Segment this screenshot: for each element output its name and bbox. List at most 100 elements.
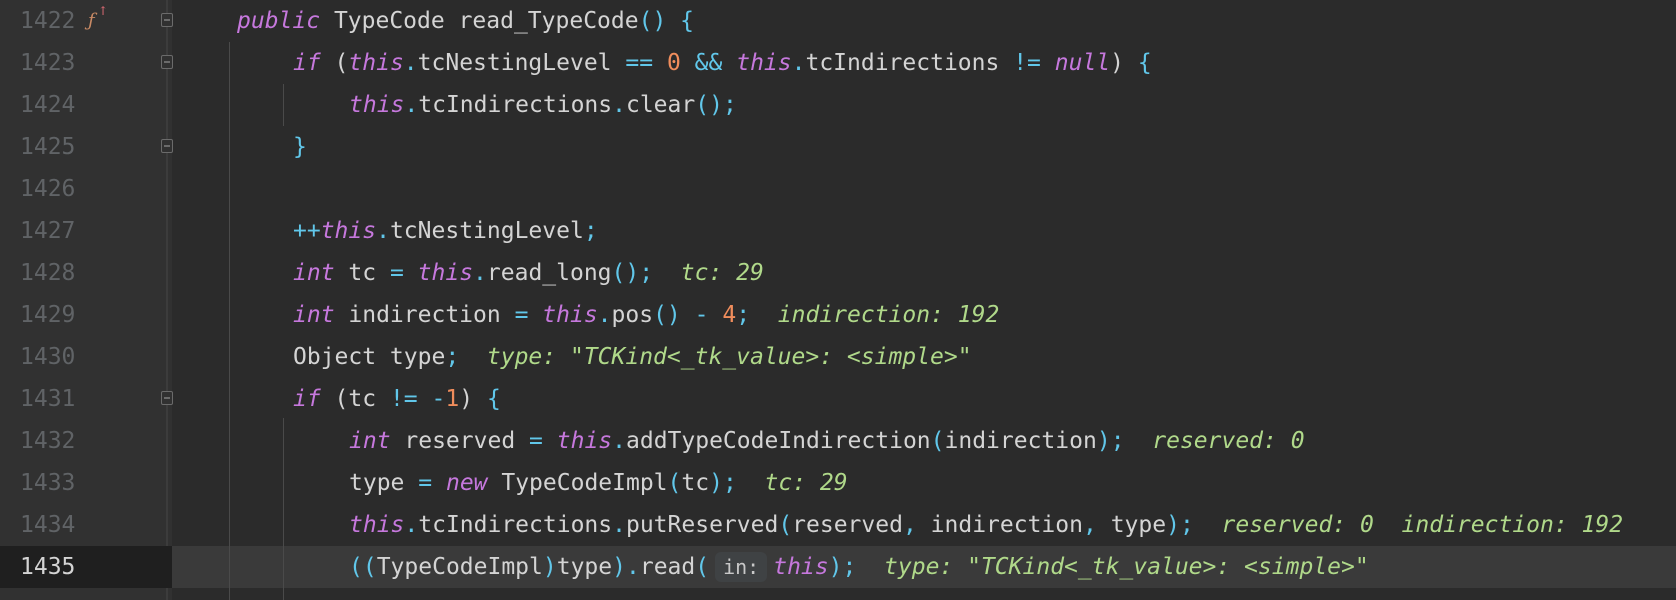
code-token: TypeCodeImpl [376,554,543,580]
punctuation-token: . [597,302,612,328]
punctuation-token: () [638,8,667,34]
indent-guide [283,84,284,126]
line-number[interactable]: 1423 [0,42,172,84]
keyword-token: this [349,512,405,538]
code-content: int reserved = this.addTypeCodeIndirecti… [349,420,1305,462]
line-number[interactable]: 1427 [0,210,172,252]
line-number[interactable]: 1422 [0,0,172,42]
line-number[interactable]: 1429 [0,294,172,336]
punctuation-token: = [418,470,433,496]
code-token: tcIndirections [418,512,613,538]
code-line[interactable]: 1432 int reserved = this.addTypeCodeIndir… [0,420,1676,462]
code-line[interactable]: 1427 ++this.tcNestingLevel; [0,210,1676,252]
punctuation-token: , [1082,512,1097,538]
inline-value-hint: reserved: 0 [1152,428,1305,454]
code-line[interactable]: 1435 ((TypeCodeImpl)type).read(in: this); … [0,546,1676,588]
punctuation-token: ; [736,302,751,328]
method-override-icon[interactable]: ƒ ↑ [88,4,108,31]
code-token: tcNestingLevel [417,50,626,76]
code-token: tcIndirections [418,92,613,118]
punctuation-token: . [403,50,418,76]
up-arrow-icon: ↑ [98,4,109,18]
code-line[interactable]: 1423 if (this.tcNestingLevel == 0 && this… [0,42,1676,84]
code-line[interactable]: 1424 this.tcIndirections.clear(); [0,84,1676,126]
line-number[interactable]: 1428 [0,252,172,294]
keyword-token: this [417,260,474,286]
line-number[interactable]: 1426 [0,168,172,210]
code-text-area[interactable]: if (tc != -1) { [172,378,1676,420]
code-token: putReserved [625,512,779,538]
punctuation-token: != [1013,50,1041,76]
line-number[interactable]: 1430 [0,336,172,378]
code-text-area[interactable]: } [172,126,1676,168]
punctuation-token: - [431,386,446,412]
punctuation-token: { [486,386,501,412]
line-number[interactable]: 1435 [0,546,172,588]
inline-value-hint: type: "TCKind<_tk_value>: <simple>" [486,344,972,370]
line-number[interactable]: 1431 [0,378,172,420]
code-token: reserved [792,512,903,538]
punctuation-token: . [625,554,640,580]
punctuation-token: ) [1096,428,1111,454]
code-text-area[interactable]: int reserved = this.addTypeCodeIndirecti… [172,420,1676,462]
code-line[interactable]: 1429 int indirection = this.pos() - 4; in… [0,294,1676,336]
code-line[interactable]: 1428 int tc = this.read_long(); tc: 29 [0,252,1676,294]
inline-value-hint: tc: 29 [680,260,764,286]
line-number[interactable]: 1434 [0,504,172,546]
punctuation-token: ) [828,554,843,580]
punctuation-token: ( [930,428,945,454]
code-token: clear [625,92,696,118]
code-text-area[interactable]: Object type; type: "TCKind<_tk_value>: <… [172,336,1676,378]
keyword-token: null [1054,50,1111,76]
punctuation-token: == [625,50,654,76]
code-line[interactable]: 1433 type = new TypeCodeImpl(tc); tc: 29 [0,462,1676,504]
punctuation-token: { [1137,50,1152,76]
code-text-area[interactable]: type = new TypeCodeImpl(tc); tc: 29 [172,462,1676,504]
code-text-area[interactable]: this.tcIndirections.clear(); [172,84,1676,126]
keyword-token: this [348,50,404,76]
code-text-area[interactable]: int tc = this.read_long(); tc: 29 [172,252,1676,294]
code-line[interactable]: 1431 if (tc != -1) { [0,378,1676,420]
code-content: int indirection = this.pos() - 4; indire… [293,294,999,336]
code-text-area[interactable]: int indirection = this.pos() - 4; indire… [172,294,1676,336]
punctuation-token: . [791,50,806,76]
code-editor[interactable]: 1422 ƒ ↑ public TypeCode read_TypeCode() {1… [0,0,1676,600]
punctuation-token: ) [1166,512,1180,538]
punctuation-token: , [902,512,917,538]
number-token: 0 [666,50,681,76]
line-number[interactable]: 1424 [0,84,172,126]
line-number[interactable]: 1433 [0,462,172,504]
code-text-area[interactable]: ++this.tcNestingLevel; [172,210,1676,252]
punctuation-token: && [694,50,723,76]
punctuation-token: ) [612,554,626,580]
code-text-area[interactable] [172,168,1676,210]
punctuation-token: () [653,302,681,328]
punctuation-token: ; [1110,428,1125,454]
code-line[interactable]: 1425} [0,126,1676,168]
code-text-area[interactable]: ((TypeCodeImpl)type).read(in: this); type… [172,546,1676,588]
code-content: type = new TypeCodeImpl(tc); tc: 29 [349,462,848,504]
code-text-area[interactable]: public TypeCode read_TypeCode() { [172,0,1676,42]
code-line[interactable]: 1422 ƒ ↑ public TypeCode read_TypeCode() { [0,0,1676,42]
code-text-area[interactable]: if (this.tcNestingLevel == 0 && this.tcI… [172,42,1676,84]
line-number[interactable]: 1425 [0,126,172,168]
line-number[interactable]: 1432 [0,420,172,462]
punctuation-token: ( [695,554,710,580]
code-line[interactable]: 1434 this.tcIndirections.putReserved(rese… [0,504,1676,546]
code-content: this.tcIndirections.clear(); [349,84,737,126]
code-text-area[interactable]: this.tcIndirections.putReserved(reserved… [172,504,1676,546]
punctuation-token: ) [542,554,557,580]
code-line[interactable]: 1430 Object type; type: "TCKind<_tk_value… [0,336,1676,378]
code-content: ((TypeCodeImpl)type).read(in: this); type… [349,546,1369,588]
code-line[interactable]: 1426 [0,168,1676,210]
